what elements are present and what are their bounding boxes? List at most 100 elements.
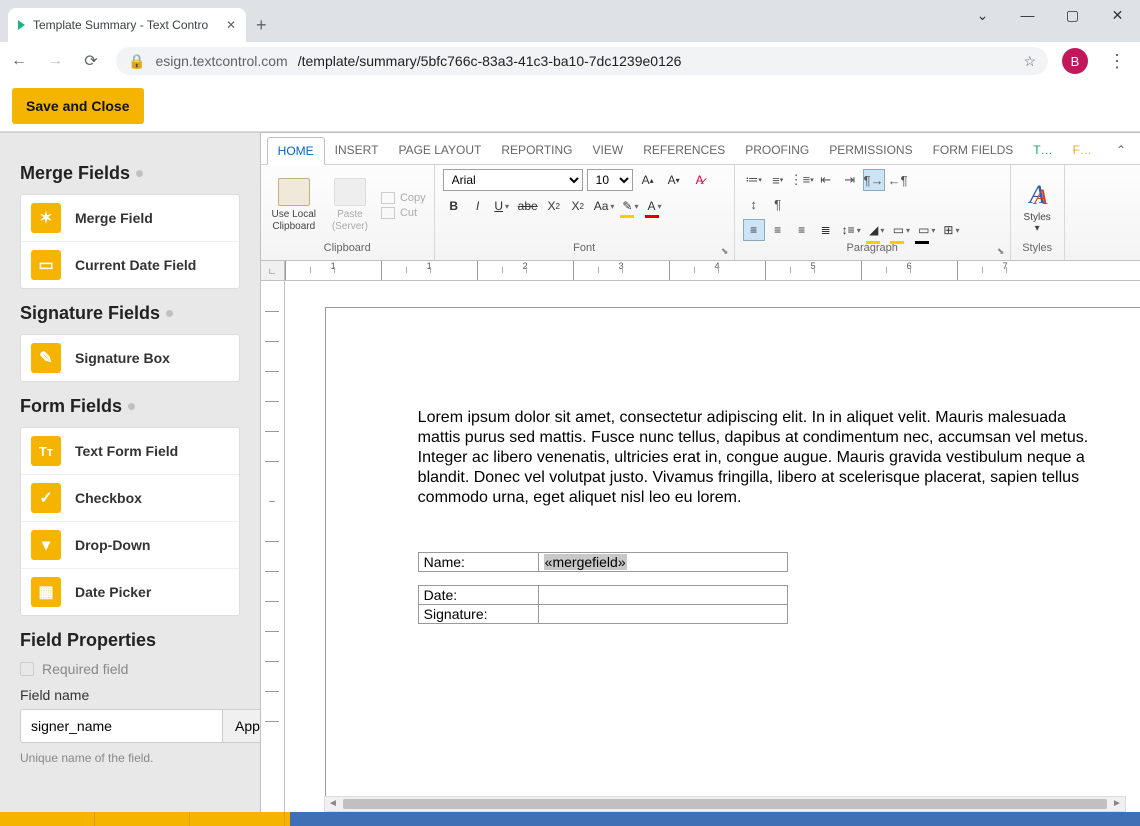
window-maximize-icon[interactable]: ▢	[1050, 0, 1095, 30]
bullets-button[interactable]: ≔▾	[743, 169, 765, 191]
scroll-right-icon[interactable]: ►	[1109, 797, 1125, 811]
paragraph-dialog-launcher-icon[interactable]: ⬊	[995, 245, 1007, 257]
shading-button[interactable]: ◢▾	[866, 219, 888, 241]
date-value-cell[interactable]	[538, 586, 787, 605]
browser-chrome: ⌄ — ▢ ✕ Template Summary - Text Contro ✕…	[0, 0, 1140, 80]
border-color-button[interactable]: ▭▾	[915, 219, 938, 241]
decrease-indent-button[interactable]: ⇤	[815, 169, 837, 191]
change-case-button[interactable]: Aa▾	[591, 195, 618, 217]
show-marks-button[interactable]: ¶	[767, 193, 789, 215]
collapse-ribbon-icon[interactable]: ⌃	[1102, 137, 1140, 164]
nav-reload-icon[interactable]: ⟳	[80, 51, 102, 71]
nav-back-icon[interactable]: ←	[8, 52, 30, 70]
bold-button[interactable]: B	[443, 195, 465, 217]
horizontal-scrollbar[interactable]: ◄ ►	[324, 796, 1126, 812]
tab-references[interactable]: REFERENCES	[633, 137, 735, 164]
current-date-field-item[interactable]: ▭ Current Date Field	[21, 241, 239, 288]
name-label-cell[interactable]: Name:	[418, 553, 538, 572]
page-color-button[interactable]: ▭▾	[890, 219, 913, 241]
cut-icon	[381, 207, 395, 219]
tab-form-fields[interactable]: FORM FIELDS	[923, 137, 1024, 164]
clear-formatting-button[interactable]: A̷	[689, 169, 711, 191]
text-form-field-item[interactable]: Tᴛ Text Form Field	[21, 428, 239, 474]
font-dialog-launcher-icon[interactable]: ⬊	[719, 245, 731, 257]
strikethrough-button[interactable]: abe	[515, 195, 541, 217]
mergefield-token[interactable]: «mergefield»	[544, 554, 627, 570]
required-field-checkbox[interactable]: Required field	[20, 661, 240, 677]
new-tab-button[interactable]: +	[256, 15, 267, 36]
document-page[interactable]: Lorem ipsum dolor sit amet, consectetur …	[325, 307, 1140, 812]
rtl-direction-button[interactable]: ←¶	[887, 169, 909, 191]
tab-home[interactable]: HOME	[267, 137, 325, 165]
checkbox-icon[interactable]	[20, 662, 34, 676]
align-left-button[interactable]: ≡	[743, 219, 765, 241]
signature-value-cell[interactable]	[538, 605, 787, 624]
date-label-cell[interactable]: Date:	[418, 586, 538, 605]
field-name-input[interactable]	[20, 709, 223, 743]
tab-close-icon[interactable]: ✕	[226, 18, 236, 32]
justify-button[interactable]: ≣	[815, 219, 837, 241]
document-body-text[interactable]: Lorem ipsum dolor sit amet, consectetur …	[418, 408, 1090, 508]
horizontal-ruler[interactable]: ∟ 1 1 2 3 4 5 6 7	[261, 261, 1140, 281]
tab-insert[interactable]: INSERT	[325, 137, 389, 164]
drop-down-item[interactable]: ▾ Drop-Down	[21, 521, 239, 568]
save-and-close-button[interactable]: Save and Close	[12, 88, 144, 124]
font-color-button[interactable]: A▾	[643, 195, 665, 217]
underline-button[interactable]: U▾	[491, 195, 513, 217]
ribbon-tabs: HOME INSERT PAGE LAYOUT REPORTING VIEW R…	[261, 133, 1140, 165]
tab-permissions[interactable]: PERMISSIONS	[819, 137, 922, 164]
window-minimize-icon[interactable]: —	[1005, 0, 1050, 30]
tab-proofing[interactable]: PROOFING	[735, 137, 819, 164]
checkbox-item[interactable]: ✓ Checkbox	[21, 474, 239, 521]
signature-box-item[interactable]: ✎ Signature Box	[21, 335, 239, 381]
align-right-button[interactable]: ≡	[791, 219, 813, 241]
window-close-icon[interactable]: ✕	[1095, 0, 1140, 30]
multilevel-list-button[interactable]: ⋮≡▾	[791, 169, 813, 191]
styles-button[interactable]: A Styles▾	[1020, 178, 1054, 234]
browser-menu-icon[interactable]: ⋮	[1102, 51, 1132, 72]
font-size-select[interactable]: 10	[587, 169, 633, 191]
font-family-select[interactable]: Arial	[443, 169, 583, 191]
merge-field-item[interactable]: ✶ Merge Field	[21, 195, 239, 241]
scroll-left-icon[interactable]: ◄	[325, 797, 341, 811]
sort-button[interactable]: ↕	[743, 193, 765, 215]
tab-page-layout[interactable]: PAGE LAYOUT	[388, 137, 491, 164]
sidebar: Merge Fields ✶ Merge Field ▭ Current Dat…	[0, 132, 260, 812]
cut-button[interactable]: Cut	[381, 207, 426, 219]
borders-button[interactable]: ⊞▾	[940, 219, 962, 241]
clipboard-icon	[278, 178, 310, 206]
vertical-ruler[interactable]	[261, 281, 285, 812]
paste-server-button[interactable]: Paste (Server)	[325, 178, 375, 233]
page-canvas[interactable]: Lorem ipsum dolor sit amet, consectetur …	[285, 281, 1140, 812]
nav-forward-icon[interactable]: →	[44, 52, 66, 70]
italic-button[interactable]: I	[467, 195, 489, 217]
date-picker-item[interactable]: ▦ Date Picker	[21, 568, 239, 615]
shrink-font-button[interactable]: A▾	[663, 169, 685, 191]
increase-indent-button[interactable]: ⇥	[839, 169, 861, 191]
tab-view[interactable]: VIEW	[583, 137, 634, 164]
signature-label-cell[interactable]: Signature:	[418, 605, 538, 624]
ltr-direction-button[interactable]: ¶→	[863, 169, 885, 191]
apply-button[interactable]: Apply	[223, 709, 260, 743]
line-spacing-button[interactable]: ↕≡▾	[839, 219, 864, 241]
grow-font-button[interactable]: A▴	[637, 169, 659, 191]
use-local-clipboard-button[interactable]: Use Local Clipboard	[269, 178, 319, 233]
ruler-tab-selector-icon[interactable]: ∟	[261, 261, 285, 281]
document-table[interactable]: Name: «mergefield» Date: Signature:	[418, 552, 788, 624]
tab-truncated-2[interactable]: F…	[1063, 137, 1102, 164]
copy-button[interactable]: Copy	[381, 192, 426, 204]
tab-reporting[interactable]: REPORTING	[491, 137, 582, 164]
highlight-button[interactable]: ✎▾	[619, 195, 641, 217]
numbering-button[interactable]: ≡▾	[767, 169, 789, 191]
align-center-button[interactable]: ≡	[767, 219, 789, 241]
tab-truncated-1[interactable]: T…	[1023, 137, 1062, 164]
bookmark-star-icon[interactable]: ☆	[1023, 53, 1036, 70]
browser-tab[interactable]: Template Summary - Text Contro ✕	[8, 8, 246, 42]
name-value-cell[interactable]: «mergefield»	[538, 553, 787, 572]
url-bar[interactable]: 🔒 esign.textcontrol.com/template/summary…	[116, 47, 1048, 75]
avatar[interactable]: B	[1062, 48, 1088, 74]
scroll-thumb[interactable]	[343, 799, 1107, 809]
subscript-button[interactable]: X2	[543, 195, 565, 217]
superscript-button[interactable]: X2	[567, 195, 589, 217]
window-caret-icon[interactable]: ⌄	[960, 0, 1005, 30]
